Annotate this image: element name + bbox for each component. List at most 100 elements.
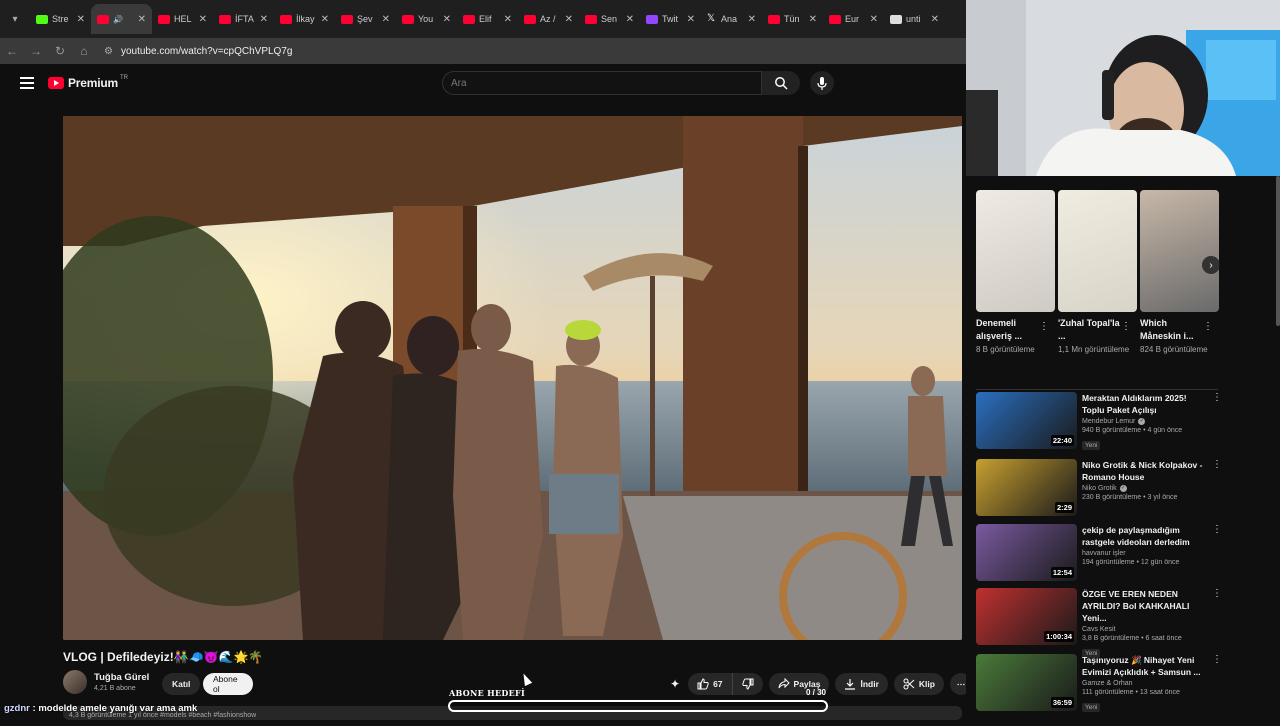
browser-tab[interactable]: Eur ✕ <box>823 4 884 34</box>
short-thumbnail[interactable] <box>1058 190 1137 312</box>
video-title[interactable]: çekip de paylaşmadığım rastgele videolar… <box>1082 524 1222 548</box>
tab-close-icon[interactable]: ✕ <box>77 14 85 25</box>
more-vert-icon[interactable]: ⋮ <box>1039 321 1049 332</box>
more-vert-icon[interactable]: ⋮ <box>1212 588 1222 599</box>
video-title[interactable]: Niko Grotik & Nick Kolpakov - Romano Hou… <box>1082 459 1222 483</box>
tab-close-icon[interactable]: ✕ <box>260 14 268 25</box>
browser-tab[interactable]: Şev ✕ <box>335 4 396 34</box>
tab-audio-icon[interactable]: 🔊 <box>113 15 123 24</box>
url-field[interactable]: ⚙ youtube.com/watch?v=cpQChVPLQ7g <box>104 46 292 57</box>
browser-tab[interactable]: Tün ✕ <box>762 4 823 34</box>
video-thumbnail[interactable]: 2:29 <box>976 459 1077 516</box>
subscriber-goal-widget: ABONE HEDEFİ 0 / 30 <box>448 686 828 716</box>
tab-close-icon[interactable]: ✕ <box>687 14 695 25</box>
tab-title: Sen <box>601 14 618 24</box>
tab-close-icon[interactable]: ✕ <box>870 14 878 25</box>
recommended-video[interactable]: 12:54 çekip de paylaşmadığım rastgele vid… <box>976 524 1222 581</box>
more-vert-icon[interactable]: ⋮ <box>1212 654 1222 665</box>
video-thumbnail[interactable]: 36:59 <box>976 654 1077 711</box>
browser-tab[interactable]: unti ✕ <box>884 4 945 34</box>
more-vert-icon[interactable]: ⋮ <box>1121 321 1131 332</box>
logo-text: Premium <box>68 76 118 90</box>
more-vert-icon[interactable]: ⋮ <box>1203 321 1213 332</box>
browser-tab[interactable]: Az / ✕ <box>518 4 579 34</box>
menu-icon[interactable] <box>20 77 34 89</box>
more-vert-icon[interactable]: ⋮ <box>1212 459 1222 470</box>
video-thumbnail[interactable]: 12:54 <box>976 524 1077 581</box>
tab-close-icon[interactable]: ✕ <box>748 14 756 25</box>
tab-close-icon[interactable]: ✕ <box>626 14 634 25</box>
join-button[interactable]: Katıl <box>162 673 201 695</box>
tab-title: Ana <box>721 14 738 24</box>
related-sidebar: Denemeli alışveriş ... 8 B görüntüleme ⋮ 'Z… <box>966 176 1280 720</box>
download-button[interactable]: İndir <box>835 673 888 695</box>
recommended-video[interactable]: 22:40 Meraktan Aldıklarım 2025! Toplu Pak… <box>976 392 1222 452</box>
short-views: 1,1 Mn görüntüleme <box>1058 345 1130 354</box>
home-icon[interactable]: ⌂ <box>72 44 96 58</box>
webcam-feed <box>966 0 1280 176</box>
clip-button[interactable]: Klip <box>893 673 944 695</box>
subscriber-count: 4,21 B abone <box>94 685 136 692</box>
browser-tab[interactable]: Sen ✕ <box>579 4 640 34</box>
browser-tab[interactable]: HEL ✕ <box>152 4 213 34</box>
channel-name[interactable]: Niko Grotik <box>1082 485 1117 492</box>
channel-name[interactable]: havvanur işler <box>1082 550 1126 557</box>
browser-tab[interactable]: 𝕏 Ana ✕ <box>701 4 762 34</box>
tab-close-icon[interactable]: ✕ <box>199 14 207 25</box>
recommended-video[interactable]: 2:29 Niko Grotik & Nick Kolpakov - Romano… <box>976 459 1222 516</box>
more-vert-icon[interactable]: ⋮ <box>1212 524 1222 535</box>
youtube-premium-logo[interactable]: Premium TR <box>48 75 128 90</box>
tab-close-icon[interactable]: ✕ <box>382 14 390 25</box>
site-settings-icon[interactable]: ⚙ <box>104 46 113 57</box>
tab-close-icon[interactable]: ✕ <box>809 14 817 25</box>
subscribe-button[interactable]: Abone ol <box>203 673 253 695</box>
browser-tab[interactable]: Elif ✕ <box>457 4 518 34</box>
browser-tab[interactable]: Stre ✕ <box>30 4 91 34</box>
logo-region: TR <box>119 75 128 81</box>
video-title[interactable]: Meraktan Aldıklarım 2025! Toplu Paket Aç… <box>1082 392 1222 416</box>
new-badge: Yeni <box>1082 441 1101 450</box>
short-title[interactable]: Denemeli alışveriş ... <box>976 317 1040 343</box>
tab-search-chevron-icon[interactable]: ▾ <box>0 0 30 38</box>
search-input[interactable]: Ara <box>442 71 762 95</box>
forward-arrow-icon[interactable]: → <box>24 44 48 58</box>
video-player[interactable] <box>63 116 962 640</box>
video-title[interactable]: Taşınıyoruz 🎉 Nihayet Yeni Evimizi Açıkl… <box>1082 654 1222 678</box>
shorts-next-chevron-icon[interactable]: › <box>1202 256 1220 274</box>
tab-close-icon[interactable]: ✕ <box>443 14 451 25</box>
channel-name[interactable]: Tuğba Gürel <box>94 672 149 683</box>
browser-tab[interactable]: Twit ✕ <box>640 4 701 34</box>
browser-tab[interactable]: You ✕ <box>396 4 457 34</box>
tab-close-icon[interactable]: ✕ <box>321 14 329 25</box>
tab-close-icon[interactable]: ✕ <box>504 14 512 25</box>
page-scrollbar[interactable] <box>1276 176 1280 326</box>
tab-close-icon[interactable]: ✕ <box>138 14 146 25</box>
recommended-video[interactable]: 36:59 Taşınıyoruz 🎉 Nihayet Yeni Evimizi … <box>976 654 1222 714</box>
short-thumbnail[interactable] <box>976 190 1055 312</box>
short-title[interactable]: Which Måneskin i... <box>1140 317 1204 343</box>
search-button[interactable] <box>762 71 800 95</box>
channel-avatar[interactable] <box>63 670 87 694</box>
short-title[interactable]: 'Zuhal Topal'la ... <box>1058 317 1122 343</box>
voice-search-button[interactable] <box>810 71 834 95</box>
short-card[interactable]: Denemeli alışveriş ... 8 B görüntüleme ⋮ <box>976 190 1055 356</box>
channel-name[interactable]: Cavs Kesit <box>1082 626 1115 633</box>
video-title[interactable]: ÖZGE VE EREN NEDEN AYRILDI? Bol KAHKAHAL… <box>1082 588 1222 624</box>
more-vert-icon[interactable]: ⋮ <box>1212 392 1222 403</box>
tab-close-icon[interactable]: ✕ <box>931 14 939 25</box>
short-card[interactable]: 'Zuhal Topal'la ... 1,1 Mn görüntüleme ⋮ <box>1058 190 1137 356</box>
back-arrow-icon[interactable]: ← <box>0 44 24 58</box>
video-thumbnail[interactable]: 1:00:34 <box>976 588 1077 645</box>
stream-chat-message: gzdnr : modelde amele yanığı var ama amk <box>4 703 198 714</box>
recommended-video[interactable]: 1:00:34 ÖZGE VE EREN NEDEN AYRILDI? Bol K… <box>976 588 1222 660</box>
channel-name[interactable]: Gamze & Orhan <box>1082 680 1133 687</box>
video-thumbnail[interactable]: 22:40 <box>976 392 1077 449</box>
tab-close-icon[interactable]: ✕ <box>565 14 573 25</box>
short-thumbnail[interactable] <box>1140 190 1219 312</box>
channel-name[interactable]: Mendebur Lemur <box>1082 418 1135 425</box>
browser-tab[interactable]: İlkay ✕ <box>274 4 335 34</box>
browser-tab[interactable]: İFTA ✕ <box>213 4 274 34</box>
download-label: İndir <box>860 679 879 689</box>
reload-icon[interactable]: ↻ <box>48 44 72 58</box>
browser-tab[interactable]: 🔊 ✕ <box>91 4 152 34</box>
